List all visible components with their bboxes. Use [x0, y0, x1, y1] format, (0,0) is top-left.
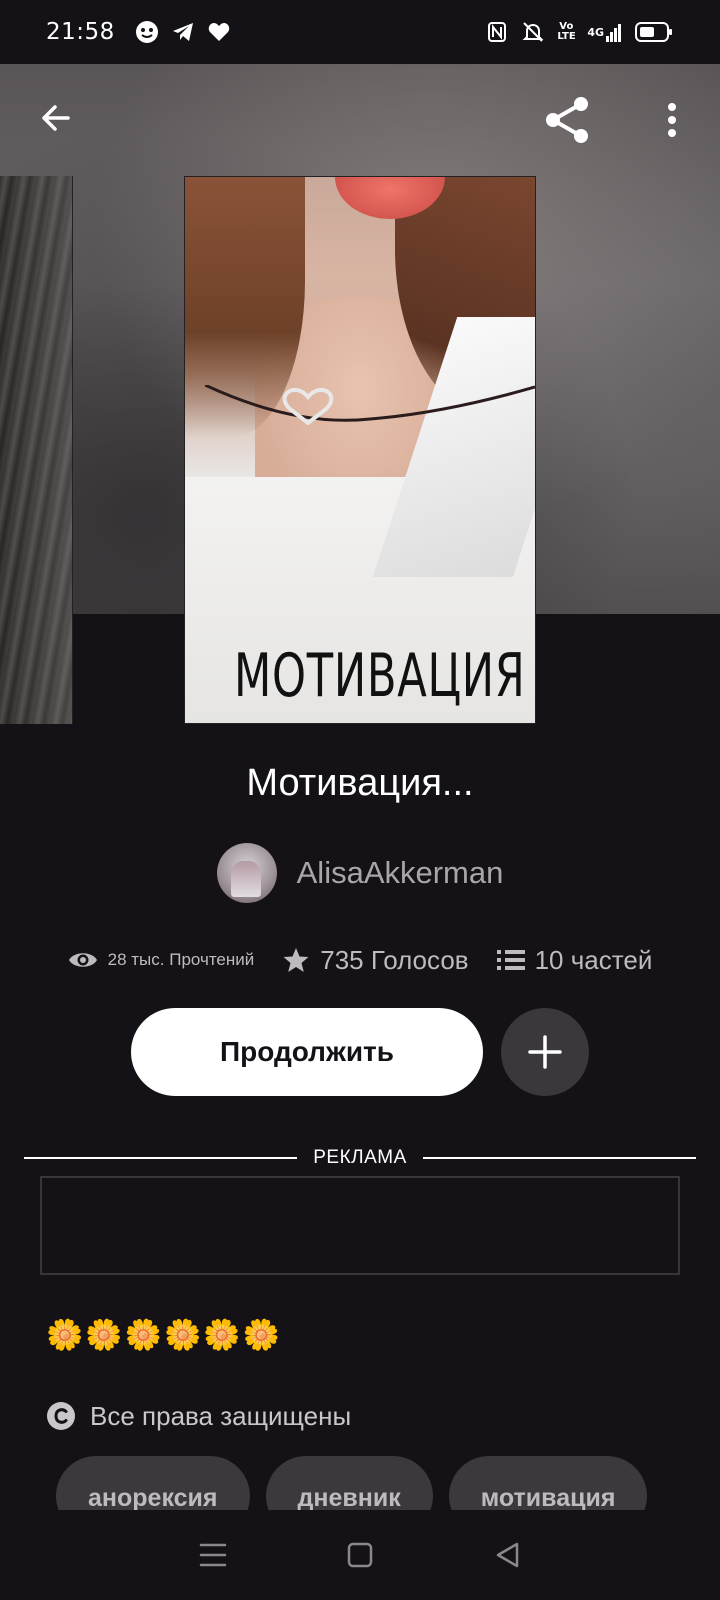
story-cover[interactable]: МОТИВАЦИЯ: [184, 176, 536, 724]
parts-count: 10 частей: [534, 944, 653, 975]
square-icon: [347, 1542, 373, 1568]
ad-label: РЕКЛАМА: [313, 1147, 407, 1168]
votes-stat: 735 Голосов: [282, 944, 469, 976]
nfc-icon: [485, 20, 509, 44]
list-icon: [496, 950, 525, 970]
home-button[interactable]: [332, 1527, 388, 1583]
story-description: 🌼🌼🌼🌼🌼🌼: [46, 1318, 283, 1353]
battery-icon: [634, 20, 674, 44]
heart-icon: [207, 20, 231, 44]
reads-count: 28 тыс. Прочтений: [107, 950, 255, 969]
cover-choker: [205, 385, 535, 425]
parts-stat[interactable]: 10 частей: [496, 944, 653, 976]
system-icons: Vo LTE 4G: [485, 20, 674, 44]
author-row[interactable]: AlisaAkkerman: [0, 842, 720, 904]
recents-button[interactable]: [185, 1527, 241, 1583]
copyright-text: Все права защищены: [90, 1400, 352, 1431]
more-options-button[interactable]: [650, 92, 694, 148]
plus-icon: [528, 1035, 562, 1069]
face-icon: [135, 20, 159, 44]
tag-chip[interactable]: анорексия: [56, 1456, 250, 1510]
tag-list: анорексия дневник мотивация: [56, 1456, 696, 1510]
share-icon: [546, 97, 588, 143]
more-vertical-icon: [668, 103, 676, 137]
arrow-left-icon: [42, 105, 70, 131]
tag-chip[interactable]: дневник: [265, 1456, 433, 1510]
continue-reading-button[interactable]: Продолжить: [131, 1008, 483, 1096]
eye-icon: [68, 953, 97, 967]
reads-stat: 28 тыс. Прочтений: [68, 949, 255, 971]
story-title: Мотивация...: [246, 762, 474, 804]
cover-title-text: МОТИВАЦИЯ: [234, 641, 526, 711]
notification-icons: [135, 20, 231, 44]
adjacent-story-cover[interactable]: [0, 176, 73, 724]
add-to-library-button[interactable]: [501, 1008, 589, 1096]
copyright-row: Все права защищены: [46, 1396, 351, 1436]
ad-container[interactable]: [40, 1176, 680, 1275]
story-actions: Продолжить: [0, 1007, 720, 1097]
system-navigation-bar: [0, 1510, 720, 1600]
network-label: 4G: [587, 25, 604, 39]
story-stats: 28 тыс. Прочтений 735 Голосов 10 частей: [0, 930, 720, 990]
volte-icon: Vo LTE: [557, 20, 575, 44]
back-button[interactable]: [30, 92, 82, 144]
copyright-icon: [47, 1402, 75, 1430]
signal-4g-icon: 4G: [587, 20, 622, 44]
menu-icon: [200, 1543, 227, 1567]
mute-icon: [521, 20, 545, 44]
votes-count: 735 Голосов: [320, 944, 469, 975]
author-avatar[interactable]: [216, 843, 277, 903]
ad-divider: РЕКЛАМА: [24, 1146, 696, 1170]
star-icon: [283, 948, 309, 972]
telegram-icon: [171, 20, 195, 44]
share-button[interactable]: [540, 92, 596, 148]
status-time: 21:58: [46, 19, 115, 45]
volte-label: Vo LTE: [557, 21, 576, 42]
triangle-back-icon: [496, 1542, 518, 1568]
author-name[interactable]: AlisaAkkerman: [297, 855, 504, 891]
status-bar: 21:58 Vo LTE 4G: [0, 0, 720, 64]
tag-chip[interactable]: мотивация: [448, 1456, 648, 1510]
nav-back-button[interactable]: [479, 1527, 535, 1583]
